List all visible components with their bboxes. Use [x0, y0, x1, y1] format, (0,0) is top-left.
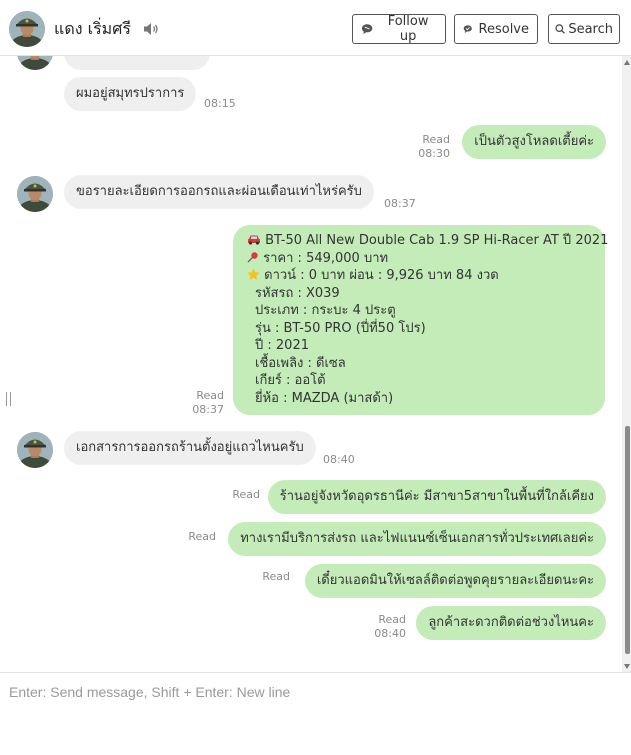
message-composer	[0, 672, 631, 755]
car-type-line: ประเภท : กระบะ 4 ประตู	[255, 303, 396, 318]
car-fuel-line: เชื้อเพลิง : ดีเซล	[255, 355, 346, 371]
panel-resize-handle[interactable]	[6, 392, 12, 406]
contact-avatar	[17, 176, 53, 212]
message-input[interactable]	[0, 673, 631, 755]
incoming-message[interactable]: ขอรายละเอียดการออกรถและผ่อนเดือนเท่าไหร่…	[64, 175, 374, 209]
car-title-line: BT-50 All New Double Cab 1.9 SP Hi-Racer…	[247, 232, 608, 250]
read-receipt: Read	[196, 389, 224, 402]
resolve-button[interactable]: Resolve	[454, 14, 538, 44]
message-scrollbar[interactable]	[622, 56, 631, 672]
message-time: 08:40	[323, 453, 355, 466]
message-text: เดี๋ยวแอดมินให้เซลล์ติดต่อพูดคุยรายละเอี…	[316, 573, 594, 588]
follow-up-button[interactable]: Follow up	[352, 14, 446, 44]
message-time: 08:37	[192, 403, 224, 416]
search-label: Search	[568, 21, 613, 37]
speaker-icon[interactable]	[143, 22, 159, 36]
contact-name: แดง เริ่มศรี	[54, 19, 131, 38]
read-receipt: Read	[188, 530, 216, 543]
car-brand-line: ยี่ห้อ : MAZDA (มาสด้า)	[255, 390, 394, 406]
scroll-down-arrow-icon[interactable]	[624, 664, 630, 669]
read-receipt: Read	[262, 570, 290, 583]
message-time: 08:15	[204, 97, 236, 110]
outgoing-message[interactable]: เป็นตัวสูงโหลดเตี้ยค่ะ	[462, 125, 606, 159]
car-emoji-icon	[248, 235, 260, 245]
outgoing-message[interactable]: ลูกค้าสะดวกติดต่อช่วงไหนคะ	[416, 606, 606, 640]
search-icon	[555, 24, 565, 34]
read-receipt: Read	[232, 488, 260, 501]
contact-avatar	[17, 432, 53, 468]
car-listing-card[interactable]: BT-50 All New Double Cab 1.9 SP Hi-Racer…	[233, 225, 608, 415]
message-time: 08:40	[374, 627, 406, 640]
car-model-line: รุ่น : BT-50 PRO (ปี่ที่50 โปร)	[255, 320, 426, 336]
search-button[interactable]: Search	[548, 14, 620, 44]
scrollbar-thumb[interactable]	[625, 426, 630, 654]
incoming-message[interactable]: ผมอยู่สมุทรปราการ	[64, 77, 197, 111]
message-text: ลูกค้าสะดวกติดต่อช่วงไหนคะ	[428, 615, 594, 630]
star-emoji-icon	[247, 268, 260, 280]
scroll-up-arrow-icon[interactable]	[624, 60, 630, 65]
car-gear-line: เกียร์ : ออโต้	[255, 373, 326, 388]
read-receipt: Read	[378, 613, 406, 626]
message-text: ร้านอยู่จังหวัดอุดรธานีค่ะ มีสาขา5สาขาใน…	[279, 489, 594, 504]
message-list[interactable]: ผมอยู่สมุทรปราการ 08:15 Read 08:30 เป็นต…	[0, 56, 631, 672]
follow-up-label: Follow up	[387, 14, 429, 44]
message-time: 08:37	[384, 197, 416, 210]
outgoing-message[interactable]: ร้านอยู่จังหวัดอุดรธานีค่ะ มีสาขา5สาขาใน…	[267, 480, 606, 514]
message-text: ทางเรามีบริการส่งรถ และไฟแนนซ์เซ็นเอกสาร…	[240, 531, 594, 546]
message-text: เอกสารการออกรถร้านตั้งอยู่แถวไหนครับ	[76, 440, 304, 455]
car-price-line: ราคา : 549,000 บาท	[247, 250, 593, 268]
car-code-line: รหัสรถ : X039	[255, 285, 340, 301]
chat-bubble-icon	[361, 24, 373, 35]
message-text: ขอรายละเอียดการออกรถและผ่อนเดือนเท่าไหร่…	[76, 184, 362, 199]
outgoing-message[interactable]: เดี๋ยวแอดมินให้เซลล์ติดต่อพูดคุยรายละเอี…	[304, 564, 606, 598]
check-bubble-icon	[463, 25, 472, 34]
message-bubble-partial	[64, 56, 210, 70]
car-year-line: ปี : 2021	[255, 338, 309, 353]
message-text: เป็นตัวสูงโหลดเตี้ยค่ะ	[474, 134, 594, 149]
resolve-label: Resolve	[478, 21, 529, 37]
outgoing-message[interactable]: ทางเรามีบริการส่งรถ และไฟแนนซ์เซ็นเอกสาร…	[228, 522, 606, 556]
read-receipt: Read	[422, 133, 450, 146]
pushpin-emoji-icon	[247, 251, 258, 262]
chat-header: แดง เริ่มศรี Follow up Resolve Search	[0, 0, 631, 56]
car-down-line: ดาวน์ : 0 บาท ผ่อน : 9,926 บาท 84 งวด	[247, 267, 593, 285]
message-time: 08:30	[418, 147, 450, 160]
incoming-message[interactable]: เอกสารการออกรถร้านตั้งอยู่แถวไหนครับ	[64, 431, 316, 465]
contact-avatar[interactable]	[9, 11, 45, 47]
message-text: ผมอยู่สมุทรปราการ	[76, 86, 185, 101]
contact-avatar	[17, 56, 53, 70]
